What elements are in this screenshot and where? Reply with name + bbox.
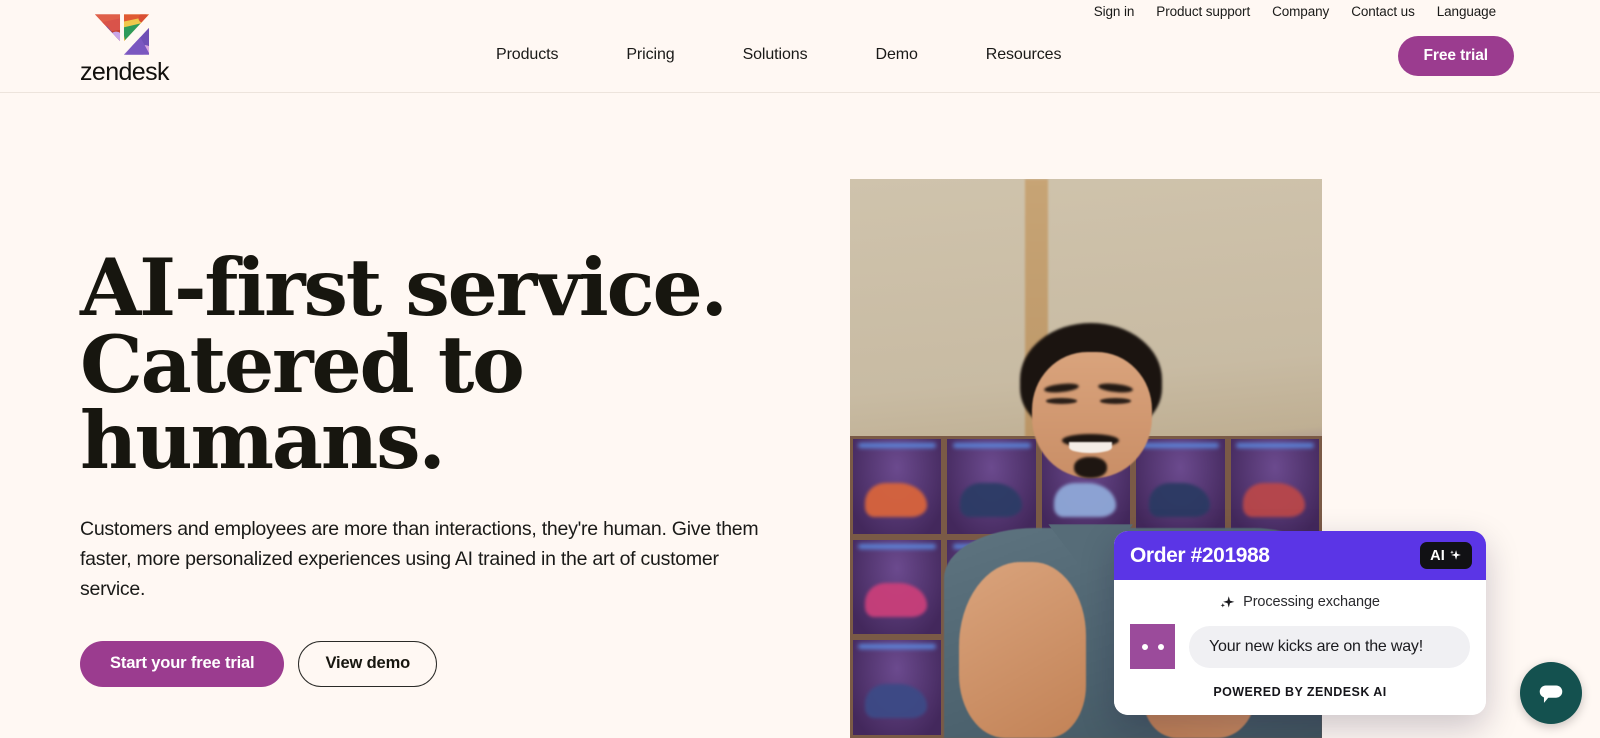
- nav-item-products[interactable]: Products: [462, 38, 592, 72]
- free-trial-button[interactable]: Free trial: [1397, 36, 1514, 76]
- chat-bubble-icon: [1539, 685, 1563, 703]
- hero-headline-line-1: AI-first service.: [80, 241, 728, 334]
- utility-link-language[interactable]: Language: [1437, 4, 1496, 19]
- order-card-body: Processing exchange Your new kicks are o…: [1114, 580, 1486, 715]
- hero-headline-line-3: humans.: [80, 394, 446, 488]
- chat-message-bubble: Your new kicks are on the way!: [1189, 625, 1470, 668]
- logo-wordmark: zendesk: [80, 58, 170, 86]
- chat-message-row: Your new kicks are on the way!: [1130, 624, 1470, 669]
- processing-status: Processing exchange: [1130, 594, 1470, 610]
- ai-badge: AI: [1420, 542, 1472, 569]
- utility-nav: Sign in Product support Company Contact …: [0, 0, 1600, 22]
- nav-item-resources[interactable]: Resources: [952, 38, 1096, 72]
- nav-item-pricing[interactable]: Pricing: [592, 38, 708, 72]
- site-header: Sign in Product support Company Contact …: [0, 0, 1600, 93]
- zendesk-logo[interactable]: zendesk: [80, 12, 170, 86]
- nav-item-demo[interactable]: Demo: [841, 38, 951, 72]
- utility-link-contact-us[interactable]: Contact us: [1351, 4, 1415, 19]
- utility-link-company[interactable]: Company: [1272, 4, 1329, 19]
- hero-subtitle: Customers and employees are more than in…: [80, 517, 759, 601]
- hero-headline-line-2: Catered to: [80, 317, 525, 411]
- zendesk-z-logo-icon: [94, 14, 150, 55]
- start-free-trial-button[interactable]: Start your free trial: [80, 640, 285, 687]
- chat-launcher-button[interactable]: [1520, 662, 1582, 724]
- zendesk-homepage-hero: Sign in Product support Company Contact …: [0, 0, 1600, 738]
- order-status-card: Order #201988 AI Processing exchange You…: [1114, 531, 1486, 715]
- primary-nav: Products Pricing Solutions Demo Resource…: [462, 38, 1095, 72]
- hero-headline: AI-first service. Catered to humans.: [80, 241, 840, 488]
- view-demo-button[interactable]: View demo: [298, 640, 438, 687]
- nav-item-solutions[interactable]: Solutions: [709, 38, 842, 72]
- powered-by-label: POWERED BY ZENDESK AI: [1213, 685, 1387, 699]
- order-card-header: Order #201988 AI: [1114, 531, 1486, 580]
- sparkle-icon: [1220, 595, 1235, 607]
- avatar-eye-right: [1157, 643, 1164, 650]
- order-number: Order #201988: [1130, 543, 1270, 567]
- hero-cta-group: Start your free trial View demo: [80, 640, 840, 687]
- utility-link-sign-in[interactable]: Sign in: [1094, 4, 1135, 19]
- avatar-eye-left: [1141, 643, 1148, 650]
- sparkle-icon: [1450, 550, 1461, 560]
- utility-link-product-support[interactable]: Product support: [1156, 4, 1250, 19]
- hero-content: AI-first service. Catered to humans. Cus…: [80, 241, 840, 687]
- avatar: [1130, 624, 1175, 669]
- ai-badge-label: AI: [1430, 547, 1445, 564]
- processing-status-label: Processing exchange: [1243, 594, 1380, 610]
